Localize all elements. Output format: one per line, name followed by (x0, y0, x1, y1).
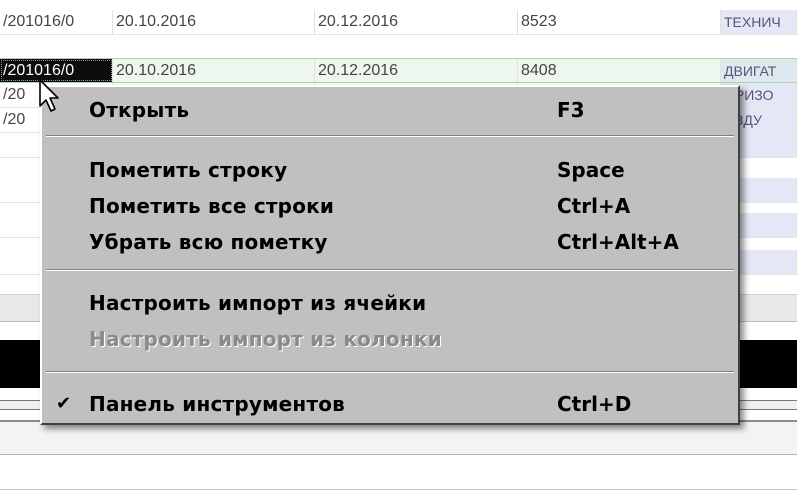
menu-item-open[interactable]: Открыть F3 (42, 95, 738, 125)
menu-separator (46, 269, 734, 271)
menu-item-shortcut: Ctrl+Alt+A (557, 230, 679, 254)
menu-item-label: Настроить импорт из колонки (89, 327, 442, 351)
menu-item-mark-all[interactable]: Пометить все строки Ctrl+A (42, 191, 738, 221)
menu-item-label: Пометить все строки (89, 194, 335, 218)
table-cell-date-to[interactable]: 20.12.2016 (315, 10, 518, 34)
menu-item-shortcut: Ctrl+D (557, 392, 632, 416)
checkmark-icon: ✔ (56, 393, 72, 414)
table-cell-category[interactable]: ТЕХНИЧ (721, 10, 797, 34)
menu-item-label: Настроить импорт из ячейки (89, 291, 427, 315)
grid-top-edge (0, 0, 797, 10)
menu-separator (46, 135, 734, 137)
menu-item-label: Открыть (89, 98, 190, 122)
table-cell-category[interactable]: ДВИГАТ (721, 59, 797, 82)
table-row[interactable]: /201016/0 20.10.2016 20.12.2016 8523 ТЕХ… (0, 10, 797, 35)
lower-panel (0, 420, 797, 454)
menu-item-unmark-all[interactable]: Убрать всю пометку Ctrl+Alt+A (42, 227, 738, 257)
table-cell-date-from[interactable]: 20.10.2016 (113, 10, 315, 34)
menu-item-mark-row[interactable]: Пометить строку Space (42, 155, 738, 185)
lower-panel-row (0, 454, 797, 490)
table-row-selected[interactable]: /201016/0 20.10.2016 20.12.2016 8408 ДВИ… (0, 58, 797, 83)
table-cell-code[interactable]: 8408 (518, 59, 721, 82)
menu-item-label: Пометить строку (89, 158, 288, 182)
menu-item-import-from-cell[interactable]: Настроить импорт из ячейки (42, 288, 738, 318)
menu-item-shortcut: Space (557, 158, 625, 182)
table-cell-date-from[interactable]: 20.10.2016 (113, 59, 315, 82)
table-cell-document-number[interactable]: /201016/0 (0, 10, 113, 34)
screen: /201016/0 20.10.2016 20.12.2016 8523 ТЕХ… (0, 0, 797, 502)
menu-item-label: Убрать всю пометку (89, 230, 328, 254)
menu-item-toolbar[interactable]: ✔ Панель инструментов Ctrl+D (42, 389, 738, 419)
menu-item-shortcut: F3 (557, 98, 585, 122)
menu-item-label: Панель инструментов (89, 392, 346, 416)
menu-item-import-from-column: Настроить импорт из колонки (42, 324, 738, 354)
table-cell-date-to[interactable]: 20.12.2016 (315, 59, 518, 82)
context-menu: Открыть F3 Пометить строку Space Пометит… (40, 85, 740, 425)
mouse-pointer-icon (39, 79, 59, 112)
menu-item-shortcut: Ctrl+A (557, 194, 631, 218)
table-cell-code[interactable]: 8523 (518, 10, 721, 34)
menu-separator (46, 371, 734, 373)
